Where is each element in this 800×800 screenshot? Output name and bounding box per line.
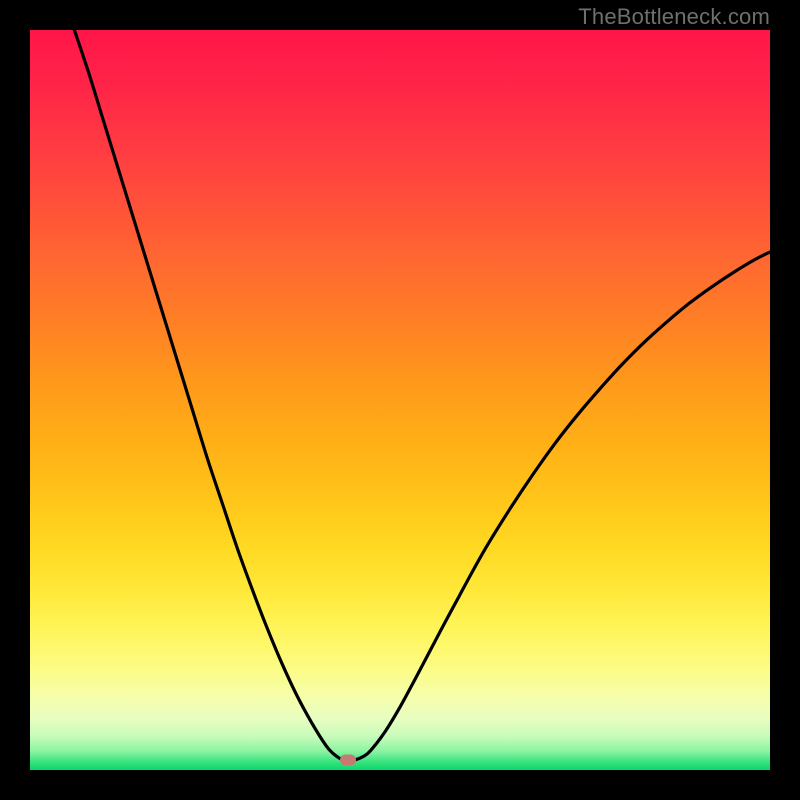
minimum-marker bbox=[340, 755, 356, 766]
watermark-text: TheBottleneck.com bbox=[578, 4, 770, 30]
bottleneck-curve bbox=[30, 30, 770, 770]
plot-area bbox=[30, 30, 770, 770]
chart-frame: TheBottleneck.com bbox=[0, 0, 800, 800]
